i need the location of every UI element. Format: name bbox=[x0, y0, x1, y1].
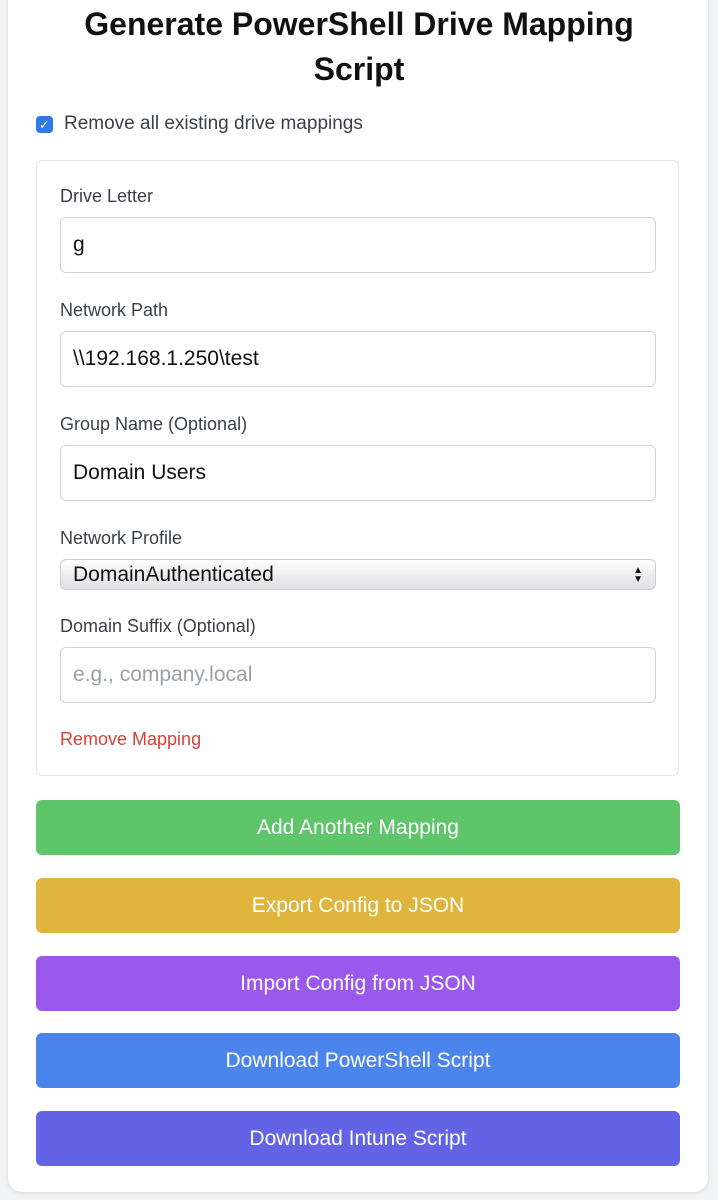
network-profile-selected: DomainAuthenticated bbox=[73, 562, 274, 586]
network-profile-select[interactable]: DomainAuthenticated ▲ ▼ bbox=[60, 559, 656, 590]
checkmark-icon: ✓ bbox=[39, 116, 50, 132]
remove-mapping-link[interactable]: Remove Mapping bbox=[60, 729, 201, 750]
network-path-label: Network Path bbox=[60, 300, 169, 320]
download-powershell-button[interactable]: Download PowerShell Script bbox=[36, 1033, 680, 1088]
select-arrows-icon: ▲ ▼ bbox=[633, 564, 643, 585]
download-intune-button[interactable]: Download Intune Script bbox=[36, 1111, 680, 1166]
add-mapping-button[interactable]: Add Another Mapping bbox=[36, 800, 680, 855]
import-config-button[interactable]: Import Config from JSON bbox=[36, 956, 680, 1011]
export-config-button[interactable]: Export Config to JSON bbox=[36, 878, 680, 933]
group-name-input[interactable] bbox=[60, 445, 656, 501]
network-path-input[interactable] bbox=[60, 331, 656, 387]
drive-letter-input[interactable] bbox=[60, 217, 656, 273]
group-name-label: Group Name (Optional) bbox=[60, 414, 248, 434]
page-title-line-2: Script bbox=[313, 51, 405, 87]
page-title: Generate PowerShell Drive Mapping Script bbox=[0, 2, 718, 92]
remove-all-label: Remove all existing drive mappings bbox=[64, 113, 363, 134]
page-title-line-1: Generate PowerShell Drive Mapping bbox=[84, 6, 634, 42]
remove-all-checkbox[interactable]: ✓ bbox=[36, 115, 53, 133]
domain-suffix-input[interactable] bbox=[60, 647, 656, 703]
remove-all-mappings-option[interactable]: ✓ Remove all existing drive mappings bbox=[36, 113, 363, 135]
domain-suffix-label: Domain Suffix (Optional) bbox=[60, 616, 256, 636]
network-profile-label: Network Profile bbox=[60, 528, 183, 548]
drive-letter-label: Drive Letter bbox=[60, 186, 154, 206]
